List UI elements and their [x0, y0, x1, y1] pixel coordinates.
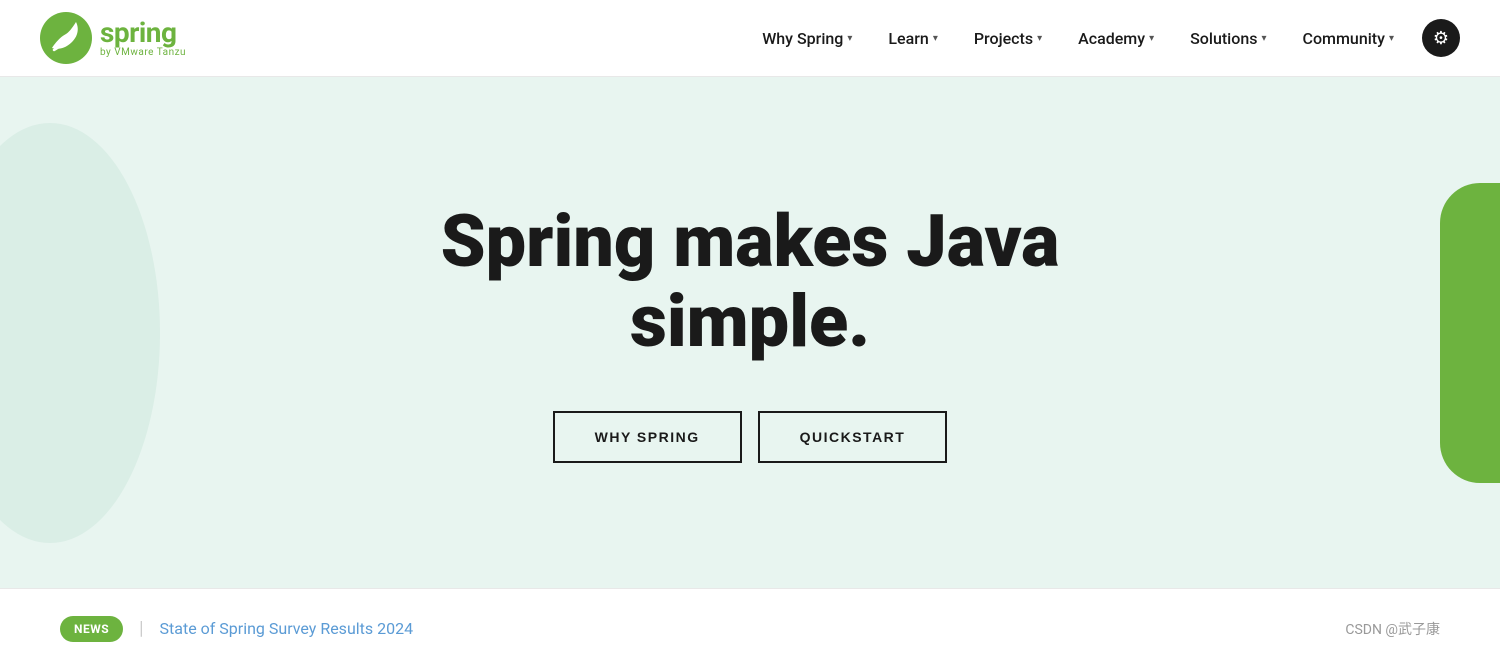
nav-learn[interactable]: Learn ▾ — [870, 0, 955, 77]
news-bar: NEWS | State of Spring Survey Results 20… — [0, 588, 1500, 668]
chevron-down-icon: ▾ — [1261, 33, 1266, 44]
logo-spring-text: spring — [100, 19, 186, 47]
hero-section: Spring makes Java simple. WHY SPRING QUI… — [0, 77, 1500, 588]
csdn-watermark: CSDN @武子康 — [1345, 619, 1440, 639]
chevron-down-icon: ▾ — [1149, 33, 1154, 44]
hero-bg-left-decoration — [0, 123, 160, 543]
settings-button[interactable]: ⚙ — [1422, 19, 1460, 57]
hero-content: Spring makes Java simple. WHY SPRING QUI… — [441, 202, 1060, 462]
news-link[interactable]: State of Spring Survey Results 2024 — [160, 619, 414, 638]
nav-solutions[interactable]: Solutions ▾ — [1172, 0, 1284, 77]
chevron-down-icon: ▾ — [933, 33, 938, 44]
chevron-down-icon: ▾ — [1037, 33, 1042, 44]
logo-text: spring by VMware Tanzu — [100, 19, 186, 58]
nav-projects[interactable]: Projects ▾ — [956, 0, 1060, 77]
chevron-down-icon: ▾ — [847, 33, 852, 44]
hero-title: Spring makes Java simple. — [441, 202, 1060, 360]
hero-buttons: WHY SPRING QUICKSTART — [441, 411, 1060, 463]
chevron-down-icon: ▾ — [1389, 33, 1394, 44]
why-spring-button[interactable]: WHY SPRING — [553, 411, 742, 463]
logo-byline: by VMware Tanzu — [100, 47, 186, 58]
gear-icon: ⚙ — [1433, 28, 1449, 49]
spring-logo-icon — [40, 12, 92, 64]
logo[interactable]: spring by VMware Tanzu — [40, 12, 186, 64]
news-badge[interactable]: NEWS — [60, 616, 123, 642]
quickstart-button[interactable]: QUICKSTART — [758, 411, 948, 463]
news-bar-content: NEWS | State of Spring Survey Results 20… — [60, 616, 413, 642]
hero-bg-right-decoration — [1440, 183, 1500, 483]
news-divider: | — [139, 618, 143, 639]
header: spring by VMware Tanzu Why Spring ▾ Lear… — [0, 0, 1500, 77]
nav-community[interactable]: Community ▾ — [1285, 0, 1412, 77]
main-nav: Why Spring ▾ Learn ▾ Projects ▾ Academy … — [744, 0, 1460, 77]
nav-why-spring[interactable]: Why Spring ▾ — [744, 0, 870, 77]
nav-academy[interactable]: Academy ▾ — [1060, 0, 1172, 77]
